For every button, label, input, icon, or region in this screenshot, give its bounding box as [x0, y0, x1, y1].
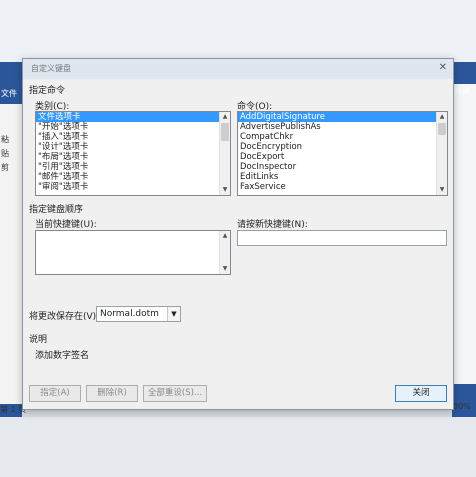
- share-tab[interactable]: 共享: [454, 86, 470, 97]
- list-item[interactable]: "设计"选项卡: [36, 142, 230, 152]
- close-button[interactable]: 关闭: [395, 385, 447, 402]
- list-item[interactable]: DocExport: [238, 152, 447, 162]
- scroll-down-icon[interactable]: ▼: [437, 185, 447, 195]
- current-keys-scrollbar[interactable]: ▲ ▼: [219, 231, 230, 274]
- navigation-pane: 粘 贴 剪: [0, 104, 22, 404]
- pane-text: 剪: [1, 163, 9, 172]
- save-in-value: Normal.dotm: [100, 309, 159, 319]
- description-text: 添加数字签名: [35, 351, 90, 361]
- ribbon-area: [452, 84, 476, 384]
- scroll-down-icon[interactable]: ▼: [220, 185, 230, 195]
- scroll-up-icon[interactable]: ▲: [220, 112, 230, 122]
- list-item[interactable]: "插入"选项卡: [36, 132, 230, 142]
- list-item[interactable]: AddDigitalSignature: [238, 112, 447, 122]
- scroll-thumb[interactable]: [221, 123, 229, 141]
- current-keys-listbox[interactable]: ▲ ▼: [35, 230, 231, 275]
- new-key-label: 请按新快捷键(N):: [237, 220, 308, 230]
- pane-text: 贴: [1, 149, 9, 158]
- dialog-title: 自定义键盘: [31, 64, 71, 73]
- close-icon[interactable]: ✕: [439, 62, 447, 73]
- scroll-up-icon[interactable]: ▲: [220, 231, 230, 241]
- chevron-down-icon[interactable]: ▼: [167, 307, 180, 321]
- zoom-level[interactable]: 00%: [453, 402, 471, 411]
- save-in-select[interactable]: Normal.dotm ▼: [96, 306, 181, 322]
- pane-text: 粘: [1, 135, 9, 144]
- remove-button[interactable]: 删除(R): [86, 385, 138, 402]
- list-item[interactable]: DocEncryption: [238, 142, 447, 152]
- list-item[interactable]: "布局"选项卡: [36, 152, 230, 162]
- commands-scrollbar[interactable]: ▲ ▼: [436, 112, 447, 195]
- list-item[interactable]: CompatChkr: [238, 132, 447, 142]
- list-item[interactable]: EditLinks: [238, 172, 447, 182]
- current-keys-label: 当前快捷键(U):: [35, 220, 97, 230]
- list-item[interactable]: "引用"选项卡: [36, 162, 230, 172]
- list-item[interactable]: AdvertisePublishAs: [238, 122, 447, 132]
- categories-listbox[interactable]: 文件选项卡 "开始"选项卡 "插入"选项卡 "设计"选项卡 "布局"选项卡 "引用"选项卡…: [35, 111, 231, 196]
- reset-all-button[interactable]: 全部重设(S)...: [143, 385, 207, 402]
- new-key-input[interactable]: [237, 230, 447, 246]
- list-item[interactable]: 文件选项卡: [36, 112, 230, 122]
- dialog-titlebar: 自定义键盘 ✕: [23, 59, 453, 79]
- background-top: [0, 0, 476, 62]
- assign-button[interactable]: 指定(A): [29, 385, 81, 402]
- commands-listbox[interactable]: AddDigitalSignature AdvertisePublishAs Com…: [237, 111, 448, 196]
- list-item[interactable]: FaxService: [238, 182, 447, 192]
- background-left-strip: 文件 粘 贴 剪: [0, 62, 22, 417]
- list-item[interactable]: DocInspector: [238, 162, 447, 172]
- key-sequence-heading: 指定键盘顺序: [29, 205, 84, 215]
- specify-command-heading: 指定命令: [29, 86, 66, 96]
- list-item[interactable]: "开始"选项卡: [36, 122, 230, 132]
- customize-keyboard-dialog: 自定义键盘 ✕ 指定命令 类别(C): 文件选项卡 "开始"选项卡 "插入"选项卡 "…: [22, 58, 454, 410]
- background-right-strip: 共享 00%: [452, 62, 476, 417]
- scroll-up-icon[interactable]: ▲: [437, 112, 447, 122]
- scroll-down-icon[interactable]: ▼: [220, 264, 230, 274]
- save-in-label: 将更改保存在(V):: [29, 312, 100, 322]
- file-tab[interactable]: 文件: [1, 88, 17, 99]
- categories-scrollbar[interactable]: ▲ ▼: [219, 112, 230, 195]
- background-bottom: [0, 417, 476, 477]
- description-heading: 说明: [29, 335, 48, 345]
- list-item[interactable]: "审阅"选项卡: [36, 182, 230, 192]
- list-item[interactable]: "邮件"选项卡: [36, 172, 230, 182]
- scroll-thumb[interactable]: [438, 123, 446, 135]
